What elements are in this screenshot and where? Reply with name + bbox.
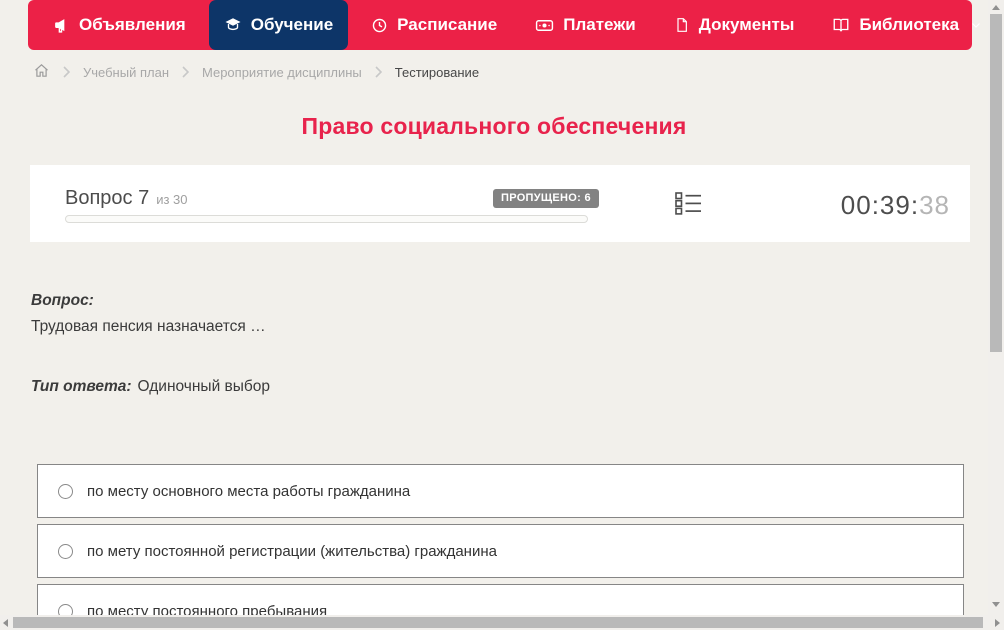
timer-seconds: 38 (919, 190, 950, 220)
main-nav: Объявления Обучение Расписание Платежи Д… (28, 0, 980, 50)
question-total: из 30 (156, 192, 188, 207)
nav-item-payments[interactable]: Платежи (520, 0, 651, 50)
answer-type-label: Тип ответа: (31, 378, 132, 395)
nav-item-label: Обучение (250, 15, 334, 34)
chevron-right-icon (182, 66, 189, 78)
answer-type-value: Одиночный выбор (137, 378, 271, 395)
option-label: по мету постоянной регистрации (жительст… (87, 542, 497, 560)
nav-item-training[interactable]: Обучение (208, 0, 349, 50)
progress-bar (65, 215, 588, 223)
answer-options: по месту основного места работы граждани… (37, 464, 964, 630)
question-card: Вопрос 7 из 30 ПРОПУЩЕНО: 6 00:39:38 (30, 165, 970, 242)
question-number: Вопрос 7 из 30 (65, 187, 188, 210)
question-heading: Вопрос: (31, 292, 94, 309)
home-icon[interactable] (33, 62, 50, 82)
document-icon (674, 17, 690, 33)
answer-option[interactable]: по мету постоянной регистрации (жительст… (37, 524, 964, 578)
breadcrumb-link-curriculum[interactable]: Учебный план (83, 65, 169, 80)
breadcrumb: Учебный план Мероприятие дисциплины Тест… (33, 61, 479, 83)
page-title: Право социального обеспечения (301, 113, 687, 139)
scroll-up-arrow[interactable] (992, 5, 1000, 10)
scroll-right-arrow[interactable] (995, 619, 1000, 627)
nav-item-label: Расписание (397, 15, 498, 34)
breadcrumb-current: Тестирование (394, 64, 480, 80)
horizontal-scrollbar-thumb[interactable] (13, 617, 983, 628)
nav-item-announcements[interactable]: Объявления (38, 0, 201, 50)
chevron-right-icon (63, 66, 70, 78)
vertical-scrollbar-thumb[interactable] (990, 14, 1002, 352)
nav-item-label: Платежи (563, 15, 636, 34)
nav-item-library[interactable]: Библиотека (817, 0, 997, 50)
nav-item-documents[interactable]: Документы (659, 0, 810, 50)
radio-button[interactable] (58, 543, 73, 559)
page: { "nav": { "items": [ { "label": "Объявл… (0, 0, 1004, 630)
scroll-down-arrow[interactable] (992, 602, 1000, 607)
banknote-icon (535, 16, 554, 35)
nav-item-label: Библиотека (859, 15, 960, 34)
open-book-icon (832, 16, 850, 34)
scroll-left-arrow[interactable] (3, 619, 8, 627)
question-list-icon[interactable] (675, 191, 702, 221)
answer-type-row: Тип ответа: Одиночный выбор (31, 378, 270, 396)
question-number-label: Вопрос 7 (65, 187, 150, 209)
timer-main: 00:39: (840, 190, 920, 220)
nav-item-schedule[interactable]: Расписание (356, 0, 512, 50)
nav-item-label: Объявления (79, 15, 186, 34)
graduation-cap-icon (224, 16, 242, 34)
horizontal-scrollbar[interactable] (0, 615, 1004, 630)
clock-icon (371, 17, 388, 34)
skipped-badge: ПРОПУЩЕНО: 6 (493, 189, 599, 208)
chevron-down-icon (970, 19, 982, 31)
breadcrumb-link-discipline-event[interactable]: Мероприятие дисциплины (202, 65, 362, 80)
vertical-scrollbar[interactable] (988, 0, 1004, 615)
nav-item-label: Документы (698, 15, 795, 34)
question-text: Трудовая пенсия назначается … (31, 318, 266, 335)
radio-button[interactable] (58, 483, 73, 499)
answer-option[interactable]: по месту основного места работы граждани… (37, 464, 964, 518)
timer: 00:39:38 (841, 190, 950, 221)
option-label: по месту основного места работы граждани… (87, 482, 411, 500)
chevron-right-icon (375, 66, 382, 78)
megaphone-icon (53, 17, 70, 34)
